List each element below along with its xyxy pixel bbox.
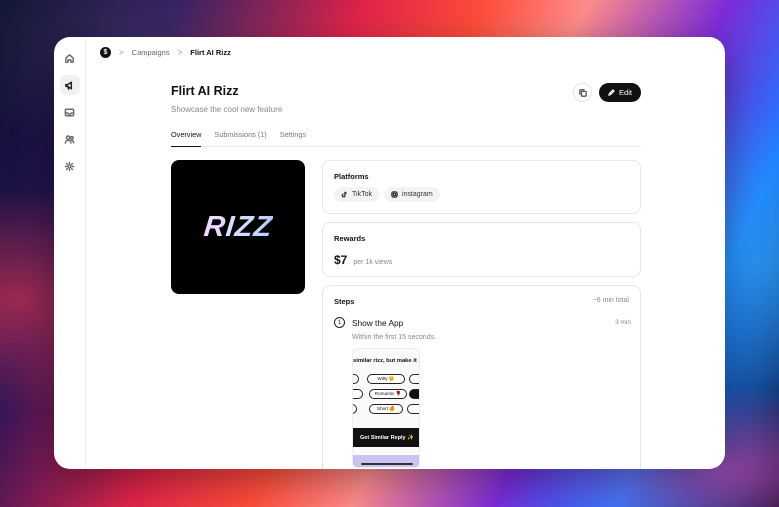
step-description: Within the first 15 seconds.: [352, 334, 437, 341]
preview-pill: Romantic 🌹: [369, 389, 407, 399]
platforms-card: Platforms TikTok instagram: [322, 160, 641, 214]
reward-amount: $7: [334, 253, 348, 267]
sidebar-item-home[interactable]: [60, 48, 80, 68]
settings-icon: [64, 161, 75, 171]
platform-label: instagram: [401, 191, 433, 198]
sidebar-item-settings[interactable]: [60, 156, 80, 176]
preview-pill: [409, 389, 419, 399]
preview-pill: [409, 374, 419, 384]
tab-settings[interactable]: Settings: [280, 128, 306, 147]
preview-pill: Witty 😏: [367, 374, 405, 384]
campaign-hero-image: RIZZ: [171, 160, 305, 294]
tab-overview[interactable]: Overview: [171, 128, 202, 147]
hero-logo-text: RIZZ: [202, 210, 274, 243]
platform-chip-instagram[interactable]: instagram: [383, 187, 440, 202]
preview-pill: [353, 374, 359, 384]
step-number-icon: 1: [334, 317, 345, 328]
chevron-right-icon: >: [177, 47, 183, 57]
reward-unit: per 1k views: [353, 259, 393, 266]
sidebar-item-inbox[interactable]: [60, 102, 80, 122]
breadcrumb-campaigns[interactable]: Campaigns: [132, 48, 170, 57]
edit-button-label: Edit: [619, 88, 632, 97]
copy-button[interactable]: [573, 83, 592, 102]
platform-label: TikTok: [352, 191, 372, 198]
chevron-right-icon: >: [119, 47, 124, 57]
breadcrumb: $ > Campaigns > Flirt AI Rizz: [100, 45, 231, 59]
step-item[interactable]: 1 Show the App 3 min: [334, 317, 631, 328]
megaphone-icon: [65, 81, 73, 90]
tiktok-icon: [341, 191, 347, 198]
sidebar-item-campaigns[interactable]: [59, 75, 80, 95]
instagram-icon: [391, 191, 398, 198]
home-icon: [65, 53, 74, 63]
tab-submissions[interactable]: Submissions (1): [214, 128, 266, 147]
step-name: Show the App: [352, 317, 404, 328]
users-icon: [64, 134, 75, 144]
preview-pill: [407, 404, 419, 414]
platform-list: TikTok instagram: [334, 187, 440, 202]
tab-bar: Overview Submissions (1) Settings: [171, 128, 641, 147]
preview-pill: [353, 404, 357, 414]
home-indicator: [361, 463, 413, 465]
preview-headline: similar rizz, but make it: [353, 358, 417, 364]
preview-footer: [353, 455, 419, 467]
sidebar-item-users[interactable]: [60, 129, 80, 149]
steps-title: Steps: [334, 297, 355, 306]
pencil-icon: [608, 89, 615, 96]
app-logo[interactable]: $: [100, 46, 111, 58]
page-subtitle: Showcase the cool new feature: [171, 105, 283, 114]
app-window: $ > Campaigns > Flirt AI Rizz Flirt AI R…: [54, 37, 725, 469]
platforms-title: Platforms: [334, 172, 369, 181]
steps-total-time: ~6 min total: [592, 297, 629, 304]
preview-pill: Short 🍊: [369, 404, 403, 414]
steps-card: Steps ~6 min total 1 Show the App 3 min …: [322, 285, 641, 469]
rewards-card: Rewards $7 per 1k views: [322, 222, 641, 277]
edit-button[interactable]: Edit: [599, 83, 641, 102]
preview-cta: Get Similar Reply ✨: [353, 428, 419, 447]
step-time: 3 min: [615, 319, 631, 326]
inbox-icon: [64, 108, 75, 116]
preview-pill: [353, 389, 363, 399]
sidebar: [54, 37, 86, 469]
rewards-title: Rewards: [334, 234, 366, 243]
page-title: Flirt AI Rizz: [171, 84, 239, 98]
platform-chip-tiktok[interactable]: TikTok: [334, 187, 379, 202]
reward-row: $7 per 1k views: [334, 253, 392, 267]
breadcrumb-current: Flirt AI Rizz: [190, 47, 231, 57]
step-preview-image: similar rizz, but make it Witty 😏 Romant…: [352, 348, 420, 468]
copy-icon: [578, 88, 587, 97]
